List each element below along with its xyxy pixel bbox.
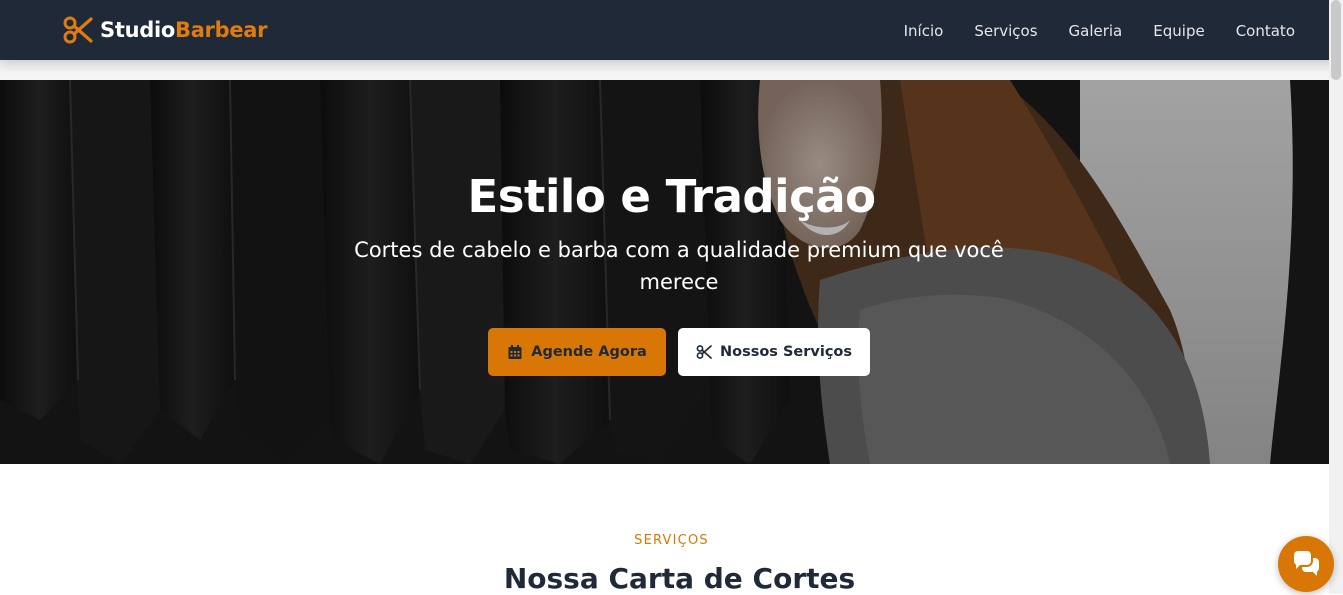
scissors-icon	[696, 345, 712, 359]
our-services-button[interactable]: Nossos Serviços	[678, 328, 870, 376]
chat-bubbles-icon	[1294, 551, 1319, 576]
nav-link-galeria[interactable]: Galeria	[1069, 22, 1123, 40]
nav-item-contato: Contato	[1236, 21, 1295, 40]
services-title: Nossa Carta de Cortes	[503, 562, 856, 595]
nav-link-equipe[interactable]: Equipe	[1153, 22, 1204, 40]
brand-name: StudioBarbear	[100, 18, 268, 42]
chat-button[interactable]	[1278, 536, 1334, 592]
nav-link-inicio[interactable]: Início	[904, 22, 944, 40]
hero-section: Estilo e Tradição Cortes de cabelo e bar…	[0, 80, 1343, 464]
calendar-icon	[508, 345, 522, 359]
scrollbar-thumb[interactable]	[1331, 0, 1341, 80]
nav-shadow-strip	[0, 60, 1343, 80]
nav-item-galeria: Galeria	[1069, 21, 1123, 40]
brand-logo-link[interactable]: StudioBarbear	[62, 14, 268, 46]
book-now-label: Agende Agora	[531, 344, 647, 360]
services-eyebrow: SERVIÇOS	[634, 533, 709, 548]
nav-link-contato[interactable]: Contato	[1236, 22, 1295, 40]
nav-menu: Início Serviços Galeria Equipe Contato	[904, 0, 1295, 60]
scissors-icon	[63, 16, 93, 44]
our-services-label: Nossos Serviços	[719, 344, 853, 360]
hero-title: Estilo e Tradição	[467, 170, 876, 223]
book-now-button[interactable]: Agende Agora	[488, 328, 666, 376]
brand-name-part2: Barbear	[174, 18, 268, 42]
hero-subtitle: Cortes de cabelo e barba com a qualidade…	[354, 238, 1004, 294]
nav-item-equipe: Equipe	[1153, 21, 1204, 40]
top-navbar: StudioBarbear Início Serviços Galeria Eq…	[0, 0, 1343, 60]
nav-link-servicos[interactable]: Serviços	[974, 22, 1037, 40]
nav-item-servicos: Serviços	[974, 21, 1037, 40]
page-scrollbar[interactable]	[1329, 0, 1343, 594]
brand-name-part1: Studio	[100, 18, 175, 42]
nav-item-inicio: Início	[904, 21, 944, 40]
